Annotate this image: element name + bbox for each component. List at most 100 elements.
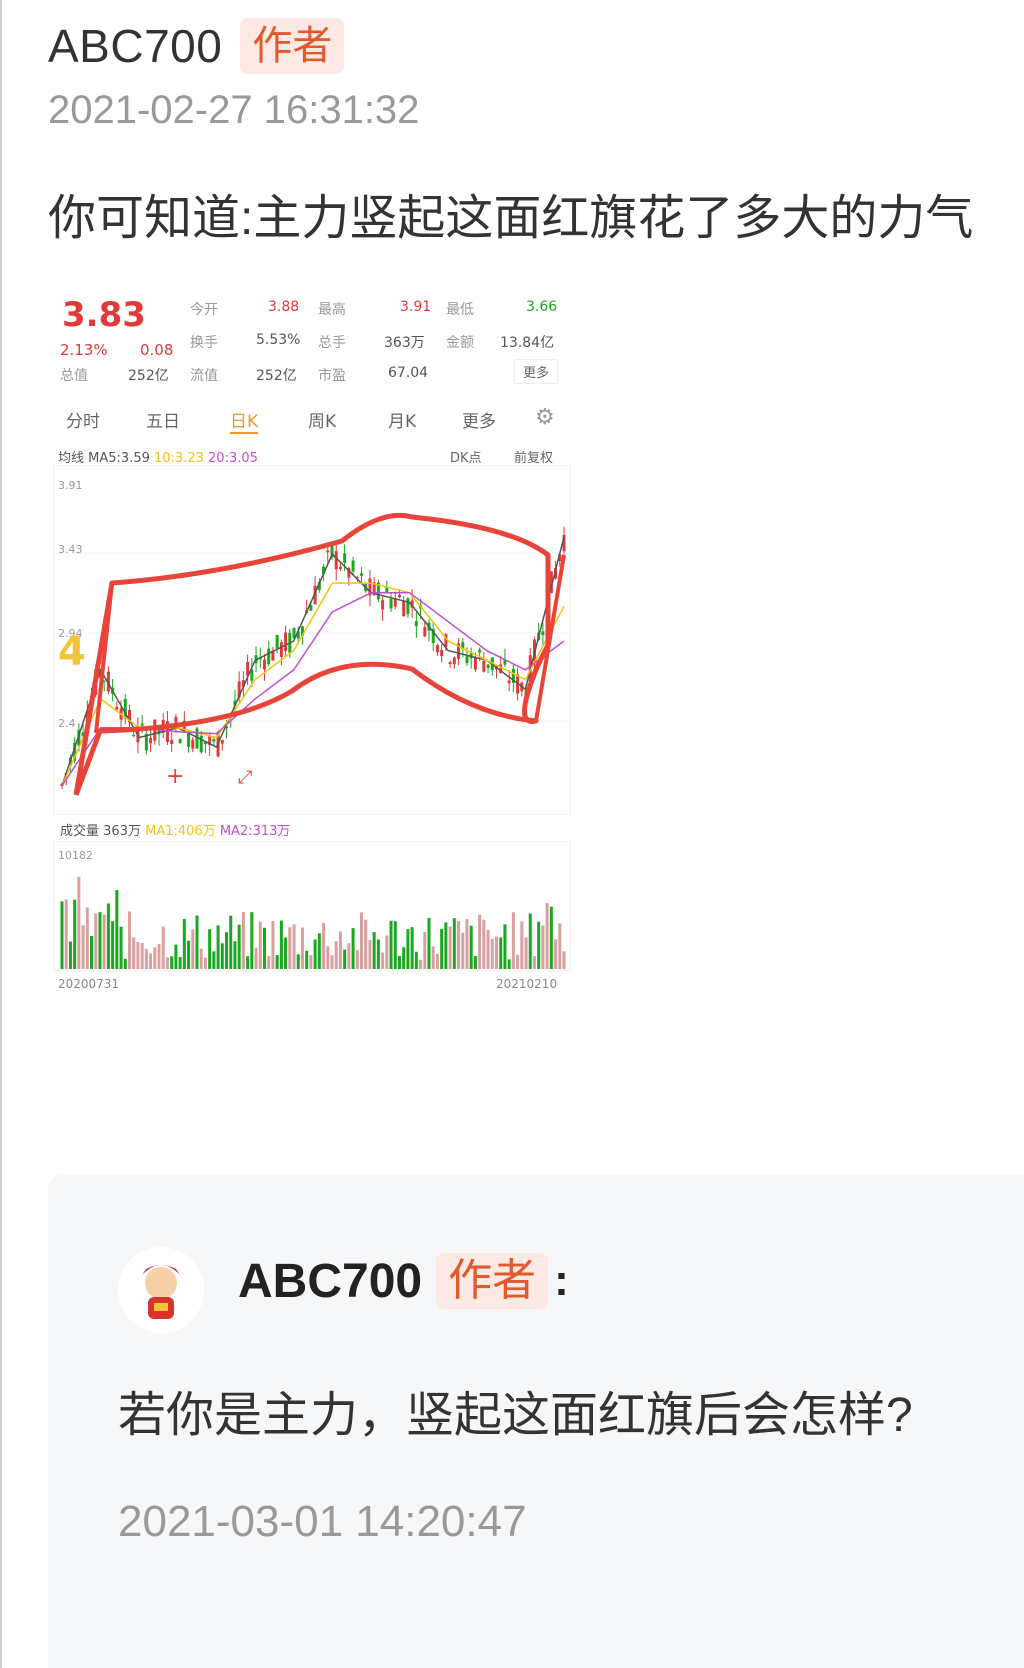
candle-body: [279, 642, 283, 657]
volume-bar: [478, 914, 482, 969]
volume-bar: [309, 955, 313, 969]
volume-bar: [537, 921, 541, 969]
volume-legend: 成交量 363万 MA1:406万 MA2:313万: [60, 820, 290, 839]
volume-bar: [275, 955, 279, 969]
volume-bar: [271, 921, 275, 969]
volume-bar: [216, 925, 220, 969]
volume-bar: [313, 939, 317, 969]
volume-bar: [326, 946, 330, 969]
turnover-label: 换手: [190, 335, 218, 351]
volume-bar: [410, 927, 414, 969]
volume-bar: [136, 942, 140, 969]
stats-more-button[interactable]: 更多: [514, 359, 559, 384]
volume-bar: [203, 957, 207, 969]
avatar-icon: [118, 1247, 204, 1333]
open-stat: 今开: [190, 302, 218, 318]
expand-icon[interactable]: ⤢: [238, 767, 253, 788]
post-text: 你可知道:主力竖起这面红旗花了多大的力气: [48, 192, 974, 245]
volume-bar: [279, 920, 283, 969]
volume-bar: [486, 929, 490, 969]
stock-change-pct: 2.13%: [60, 341, 108, 359]
amount-value: 13.84亿: [500, 335, 555, 351]
chart-frame: [53, 465, 571, 815]
volume-bar: [406, 929, 410, 969]
reply-author-badge: 作者: [436, 1253, 549, 1309]
avatar[interactable]: [118, 1247, 204, 1333]
dk-point-label[interactable]: DK点: [450, 447, 482, 466]
volume-value-text: 363万: [103, 824, 141, 839]
volume-bar: [343, 949, 347, 969]
tab-intraday[interactable]: 分时: [66, 407, 100, 432]
volume-bar: [549, 906, 553, 969]
post-header: ABC700 作者: [48, 18, 345, 74]
volume-bar: [520, 921, 524, 969]
volume-bar: [465, 919, 469, 969]
adjust-label[interactable]: 前复权: [514, 447, 553, 466]
volume-bar: [174, 944, 178, 969]
date-start: 20200731: [58, 977, 120, 991]
volume-bar: [334, 941, 338, 969]
volume-bar: [300, 927, 304, 969]
volume-bar: [402, 947, 406, 969]
volume-bar: [98, 912, 102, 969]
volume-bar: [212, 951, 216, 969]
candle-body: [402, 601, 406, 617]
volume-bar: [250, 912, 254, 969]
volume-bar: [330, 955, 334, 969]
volume-bar: [60, 901, 64, 969]
candle-body: [482, 660, 486, 672]
volume-bar: [144, 948, 148, 969]
volume-bar: [355, 950, 359, 969]
volume-bar: [457, 921, 461, 969]
candle-body: [406, 598, 410, 615]
tab-five-day[interactable]: 五日: [146, 407, 180, 432]
ma10-value: 10:3.23: [154, 451, 204, 466]
open-value: 3.88: [268, 299, 300, 315]
volume-bar: [317, 933, 321, 969]
reply-username[interactable]: ABC700: [238, 1254, 422, 1309]
crosshair-icon[interactable]: +: [166, 764, 184, 789]
volume-bar: [161, 926, 165, 969]
candle-body: [267, 648, 271, 665]
volume-bar: [440, 928, 444, 969]
reply-colon: :: [554, 1256, 569, 1305]
gear-icon[interactable]: ⚙: [535, 405, 555, 430]
volume-bar: [254, 947, 258, 969]
volume-bar: [288, 927, 292, 969]
tab-daily-k[interactable]: 日K: [230, 407, 259, 434]
volume-bar: [389, 920, 393, 969]
volume-label: 总手: [318, 335, 346, 351]
float-label: 流值: [190, 368, 218, 384]
volume-bar: [558, 923, 562, 969]
volume-bar: [305, 950, 309, 969]
reply-header: ABC700 作者 :: [238, 1253, 569, 1309]
tab-more[interactable]: 更多: [462, 407, 496, 432]
volume-max-label: 10182: [58, 849, 93, 862]
volume-bar: [473, 956, 477, 969]
volume-bar: [225, 932, 229, 969]
volume-bar: [233, 941, 237, 969]
reply-text: 若你是主力，竖起这面红旗后会怎样?: [118, 1389, 913, 1442]
volume-bar: [360, 912, 364, 969]
volume-bar: [123, 958, 127, 969]
candle-body: [397, 594, 401, 598]
stock-chart-image[interactable]: 3.83 2.13% 0.08 今开 3.88 最高 3.91 最低 3.66 …: [52, 285, 580, 1005]
candle-body: [423, 627, 427, 637]
candle-body: [389, 598, 393, 609]
volume-bar: [237, 924, 241, 969]
volume-bar: [220, 943, 224, 969]
stock-price: 3.83: [62, 295, 146, 335]
hand-drawn-annotation: 4: [58, 629, 86, 675]
tab-monthly-k[interactable]: 月K: [388, 407, 416, 432]
volume-bar: [267, 956, 271, 969]
low-value: 3.66: [526, 299, 558, 315]
volume-bar: [545, 902, 549, 969]
volume-bar: [81, 925, 85, 969]
volume-bar: [106, 903, 110, 969]
mktcap-value: 252亿: [128, 368, 169, 384]
candle-body: [149, 737, 153, 744]
volume-bar: [140, 942, 144, 969]
tab-weekly-k[interactable]: 周K: [308, 407, 336, 432]
post-username[interactable]: ABC700: [48, 19, 222, 73]
volume-ma1: MA1:406万: [145, 824, 216, 839]
